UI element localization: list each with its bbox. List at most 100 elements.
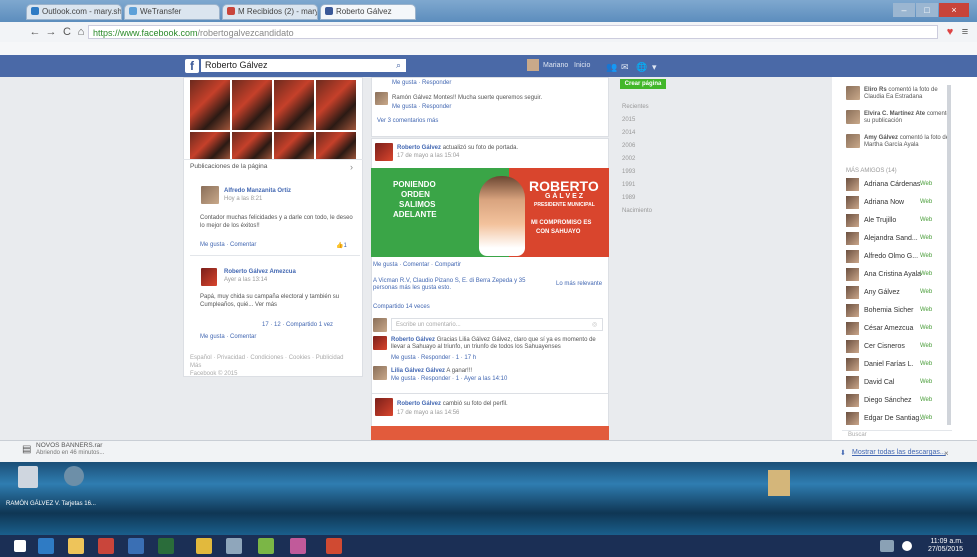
chevron-right-icon[interactable]: › <box>350 162 353 172</box>
nav-home-link[interactable]: Inicio <box>574 62 590 69</box>
photo-thumbnail[interactable] <box>316 80 356 130</box>
comment-input[interactable]: Escribe un comentario... ◎ <box>391 318 603 331</box>
app-icon[interactable] <box>158 538 174 554</box>
likes-summary[interactable]: A Vicman R.V, Claudio Pizano S, E. di Be… <box>373 278 548 292</box>
avatar[interactable] <box>201 186 219 204</box>
photo-thumbnail[interactable] <box>316 132 356 160</box>
most-relevant-dropdown[interactable]: Lo más relevante <box>556 281 602 287</box>
like-count-icon[interactable]: 👍1 <box>336 242 347 249</box>
avatar[interactable] <box>375 143 393 161</box>
tab-gmail[interactable]: M Recibidos (2) - maryammi... <box>222 4 318 20</box>
back-icon[interactable]: ← <box>28 25 42 39</box>
tab-facebook[interactable]: Roberto Gálvez <box>320 4 416 20</box>
avatar[interactable] <box>375 92 388 105</box>
comment-actions[interactable]: Me gusta · Responder <box>392 104 451 110</box>
photo-thumbnail[interactable] <box>190 80 230 130</box>
settings-icon[interactable]: ▾ <box>652 62 657 73</box>
avatar[interactable] <box>846 86 860 100</box>
comment-actions[interactable]: Me gusta · Responder · 1 · 17 h <box>391 355 476 361</box>
keyboard-icon[interactable] <box>880 540 894 552</box>
show-all-downloads-link[interactable]: Mostrar todas las descargas... <box>852 449 946 456</box>
year-link[interactable]: 1993 <box>622 169 635 175</box>
notifications-icon[interactable]: 🌐 <box>636 62 647 73</box>
tab-outlook[interactable]: Outlook.com - mary.sh... <box>26 4 122 20</box>
app-icon[interactable] <box>226 538 242 554</box>
comment-author[interactable]: Lilia Gálvez Gálvez <box>391 368 445 374</box>
explorer-icon[interactable] <box>68 538 84 554</box>
photo-thumbnail[interactable] <box>274 80 314 130</box>
comment-actions[interactable]: Me gusta · Responder <box>392 80 451 86</box>
camera-icon[interactable]: ◎ <box>592 321 597 328</box>
messages-icon[interactable]: ✉ <box>621 62 629 73</box>
post-author[interactable]: Roberto Gálvez <box>397 145 441 151</box>
year-link[interactable]: 2014 <box>622 130 635 136</box>
photo-thumbnail[interactable] <box>190 132 230 160</box>
desktop-folder-icon[interactable] <box>768 470 790 496</box>
comment-actions[interactable]: Me gusta · Responder · 1 · Ayer a las 14… <box>391 376 507 382</box>
post-time[interactable]: Hoy a las 8:21 <box>224 196 262 202</box>
avatar[interactable] <box>201 268 217 286</box>
facebook-logo-icon[interactable]: f <box>185 59 199 73</box>
app-icon[interactable] <box>290 538 306 554</box>
app-icon[interactable] <box>98 538 114 554</box>
nav-user-link[interactable]: Mariano <box>543 62 568 69</box>
post-author[interactable]: Alfredo Manzanita Ortiz <box>224 188 291 194</box>
avatar[interactable] <box>373 336 387 350</box>
year-link[interactable]: 2002 <box>622 156 635 162</box>
menu-icon[interactable]: ≡ <box>958 25 972 39</box>
year-link[interactable]: 1991 <box>622 182 635 188</box>
user-avatar[interactable] <box>527 59 539 71</box>
shares-count[interactable]: Compartido 14 veces <box>373 304 430 310</box>
app-icon[interactable] <box>326 538 342 554</box>
ticker-item[interactable]: Amy Gálvez comentó la foto de Martha Gar… <box>864 135 950 149</box>
post-author[interactable]: Roberto Gálvez Amezcua <box>224 269 296 275</box>
desktop-file-icon[interactable] <box>18 466 38 488</box>
ticker-item[interactable]: Eliro Rs comentó la foto de Claudia Ea E… <box>864 87 950 101</box>
comment-author[interactable]: Roberto Gálvez <box>391 337 435 343</box>
campaign-banner-image[interactable]: PONIENDO ORDEN SALIMOS ADELANTE ROBERTO … <box>371 168 609 257</box>
home-icon[interactable]: ⌂ <box>74 25 88 39</box>
reload-icon[interactable]: C <box>60 25 74 39</box>
help-icon[interactable] <box>902 541 912 551</box>
post-actions[interactable]: Me gusta · Comentar · Compartir <box>373 262 461 268</box>
download-item[interactable]: ▤ NOVOS BANNERS.rar Abriendo en 46 minut… <box>22 441 140 459</box>
facebook-search-input[interactable]: Roberto Gálvez <box>201 59 406 72</box>
minimize-icon[interactable]: – <box>893 3 915 17</box>
year-link[interactable]: Nacimiento <box>622 208 652 214</box>
photo-thumbnail[interactable] <box>232 132 272 160</box>
close-download-bar-icon[interactable]: × <box>944 449 949 458</box>
search-icon[interactable]: ⌕ <box>396 60 401 71</box>
year-link[interactable]: 2015 <box>622 117 635 123</box>
avatar[interactable] <box>846 134 860 148</box>
year-link[interactable]: Recientes <box>622 104 649 110</box>
system-clock[interactable]: 11:09 a.m. 27/05/2015 <box>928 538 963 554</box>
close-icon[interactable]: × <box>939 3 969 17</box>
post-actions[interactable]: Me gusta · Comentar <box>200 334 256 340</box>
ticker-item[interactable]: Elvira C. Martínez Ate comentó su public… <box>864 111 950 125</box>
chrome-icon[interactable] <box>196 538 212 554</box>
desktop-folder-icon[interactable] <box>64 466 84 486</box>
year-link[interactable]: 2006 <box>622 143 635 149</box>
post-time[interactable]: Ayer a las 13:14 <box>224 277 267 283</box>
app-icon[interactable] <box>128 538 144 554</box>
avatar[interactable] <box>375 398 393 416</box>
bookmark-icon[interactable]: ♥ <box>943 25 957 39</box>
see-more-comments-link[interactable]: Ver 3 comentarios más <box>377 118 438 124</box>
forward-icon[interactable]: → <box>44 25 58 39</box>
create-page-button[interactable]: Crear página <box>620 79 666 89</box>
post-time[interactable]: 17 de mayo a las 14:56 <box>397 410 459 416</box>
post-actions[interactable]: Me gusta · Comentar <box>200 242 256 248</box>
address-bar[interactable]: https://www.facebook.com/robertogalvezca… <box>88 25 938 39</box>
photo-thumbnail[interactable] <box>274 132 314 160</box>
maximize-icon[interactable]: □ <box>916 3 938 17</box>
ie-icon[interactable] <box>38 538 54 554</box>
photo-thumbnail[interactable] <box>232 80 272 130</box>
footer-more[interactable]: Más <box>190 363 201 369</box>
post-author[interactable]: Roberto Gálvez <box>397 401 441 407</box>
post-stats[interactable]: 17 · 12 · Compartido 1 vez <box>262 322 333 328</box>
footer-links[interactable]: Español · Privacidad · Condiciones · Coo… <box>190 355 343 361</box>
year-link[interactable]: 1989 <box>622 195 635 201</box>
tab-wetransfer[interactable]: WeTransfer <box>124 4 220 20</box>
chat-scrollbar[interactable] <box>947 85 951 425</box>
app-icon[interactable] <box>258 538 274 554</box>
